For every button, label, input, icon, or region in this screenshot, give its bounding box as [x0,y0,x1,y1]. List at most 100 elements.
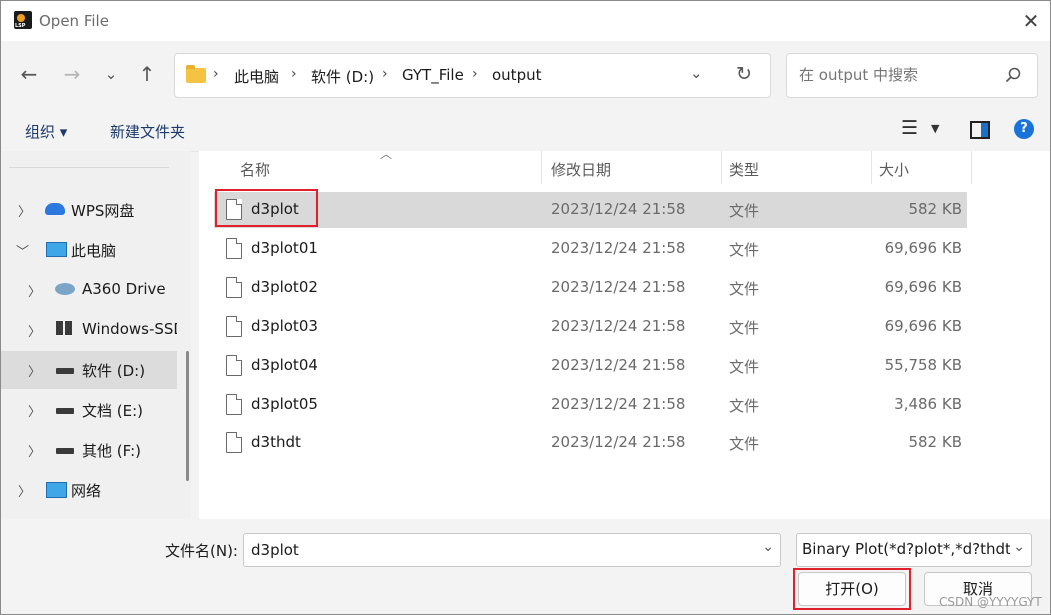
drive-icon [56,448,74,454]
file-date: 2023/12/24 21:58 [551,200,686,218]
nav-item-a360-drive[interactable]: 〉 A360 Drive [1,271,177,309]
file-date: 2023/12/24 21:58 [551,356,686,374]
file-size: 55,758 KB [884,356,962,374]
file-row[interactable]: d3plot04 2023/12/24 21:58 文件 55,758 KB [214,348,967,384]
chevron-down-icon[interactable]: ﹀ [16,241,29,260]
up-arrow-icon[interactable]: ↑ [132,59,162,89]
column-divider[interactable] [971,151,972,184]
file-date: 2023/12/24 21:58 [551,433,686,451]
file-type-filter-value: Binary Plot(*d?plot*,*d?thdt*, [802,540,1010,558]
organize-button[interactable]: 组织 ▾ [25,121,67,142]
chevron-down-icon[interactable]: ⌄ [762,539,774,555]
watermark: CSDN @YYYYGYT [939,595,1042,609]
nav-item-this-pc[interactable]: ﹀ 此电脑 [1,231,177,269]
nav-item-windows-ssd[interactable]: 〉 Windows-SSD [1,311,177,349]
file-date: 2023/12/24 21:58 [551,278,686,296]
search-icon[interactable] [1005,67,1021,83]
file-date: 2023/12/24 21:58 [551,395,686,413]
file-type-filter[interactable]: Binary Plot(*d?plot*,*d?thdt*, ⌄ [796,533,1032,567]
column-header-date[interactable]: 修改日期 [551,159,611,180]
windows-drive-icon [56,321,72,335]
file-name: d3plot02 [251,278,318,296]
recent-chevron-icon[interactable]: ⌄ [96,59,126,89]
search-input[interactable] [797,65,1001,85]
breadcrumb-separator-icon: › [213,66,219,82]
file-size: 69,696 KB [884,278,962,296]
chevron-right-icon[interactable]: 〉 [28,321,41,340]
title-bar: Open File ✕ [1,1,1050,41]
column-header-size[interactable]: 大小 [879,159,909,180]
chevron-right-icon[interactable]: 〉 [28,361,41,380]
nav-item-network[interactable]: 〉 网络 [1,471,177,509]
column-divider[interactable] [871,151,872,184]
filename-combobox[interactable]: ⌄ [243,533,781,567]
view-dropdown-icon[interactable]: ▼ [931,122,939,135]
close-icon[interactable]: ✕ [1019,9,1043,33]
file-type: 文件 [729,202,760,220]
address-dropdown-icon[interactable]: ⌄ [690,64,703,82]
column-header-type[interactable]: 类型 [729,159,759,180]
chevron-right-icon[interactable]: 〉 [28,281,41,300]
app-icon [14,11,32,29]
chevron-right-icon[interactable]: 〉 [18,481,31,500]
file-icon [226,277,242,298]
file-name: d3plot04 [251,356,318,374]
chevron-down-icon[interactable]: ⌄ [1013,539,1025,555]
file-row[interactable]: d3plot03 2023/12/24 21:58 文件 69,696 KB [214,309,967,345]
file-name: d3plot01 [251,239,318,257]
breadcrumb-output[interactable]: output [492,66,541,84]
file-icon [226,238,242,259]
file-size: 582 KB [908,200,962,218]
file-row[interactable]: d3plot02 2023/12/24 21:58 文件 69,696 KB [214,270,967,306]
address-bar[interactable]: › 此电脑 › 软件 (D:) › GYT_File › output ⌄ ↻ [174,53,771,98]
command-bar: 组织 ▾ 新建文件夹 ☰ ▼ ? [1,109,1050,152]
file-row[interactable]: d3plot 2023/12/24 21:58 文件 582 KB [214,192,967,228]
file-name: d3plot03 [251,317,318,335]
file-row[interactable]: d3plot01 2023/12/24 21:58 文件 69,696 KB [214,231,967,267]
breadcrumb-drive-d[interactable]: 软件 (D:) [311,66,374,87]
file-row[interactable]: d3plot05 2023/12/24 21:58 文件 3,486 KB [214,387,967,423]
breadcrumb-separator-icon: › [291,66,297,82]
file-type: 文件 [729,319,760,337]
chevron-right-icon[interactable]: 〉 [28,401,41,420]
network-icon [46,482,67,498]
search-box[interactable] [786,53,1038,98]
breadcrumb-gyt-file[interactable]: GYT_File [402,66,464,84]
folder-icon [186,65,206,83]
file-icon [226,432,242,453]
file-row[interactable]: d3thdt 2023/12/24 21:58 文件 582 KB [214,425,967,461]
nav-item-drive-e[interactable]: 〉 文档 (E:) [1,391,177,429]
filename-input[interactable] [249,540,743,560]
file-list-pane: ︿ 名称 修改日期 类型 大小 d3plot 2023/12/24 21:58 … [199,147,1050,519]
column-divider[interactable] [721,151,722,184]
nav-item-wps-cloud[interactable]: 〉 WPS网盘 [1,191,177,229]
nav-item-label: 文档 (E:) [82,402,144,420]
computer-icon [46,242,67,257]
preview-pane-icon[interactable] [970,121,990,139]
file-date: 2023/12/24 21:58 [551,317,686,335]
back-arrow-icon[interactable]: ← [14,59,44,89]
column-header-name[interactable]: 名称 [240,159,270,180]
cloud-icon [45,203,65,215]
navigation-pane: 〉 WPS网盘 ﹀ 此电脑 〉 A360 Drive 〉 Windows-SSD… [1,151,191,519]
nav-item-drive-d[interactable]: 〉 软件 (D:) [1,351,177,389]
file-type: 文件 [729,397,760,415]
highlight-box-open [793,568,911,610]
file-icon [226,355,242,376]
nav-scrollbar[interactable] [186,351,189,481]
file-type: 文件 [729,241,760,259]
new-folder-button[interactable]: 新建文件夹 [110,121,185,142]
a360-icon [55,283,75,295]
drive-icon [56,408,74,414]
nav-item-drive-f[interactable]: 〉 其他 (F:) [1,431,177,469]
nav-item-label: 此电脑 [71,242,117,260]
chevron-right-icon[interactable]: 〉 [28,441,41,460]
breadcrumb-this-pc[interactable]: 此电脑 [234,66,279,87]
help-icon[interactable]: ? [1014,119,1034,139]
forward-arrow-icon[interactable]: → [57,59,87,89]
breadcrumb-separator-icon: › [472,66,478,82]
column-divider[interactable] [541,151,542,184]
chevron-right-icon[interactable]: 〉 [18,201,31,220]
view-options-icon[interactable]: ☰ [901,117,918,139]
refresh-icon[interactable]: ↻ [736,63,752,85]
